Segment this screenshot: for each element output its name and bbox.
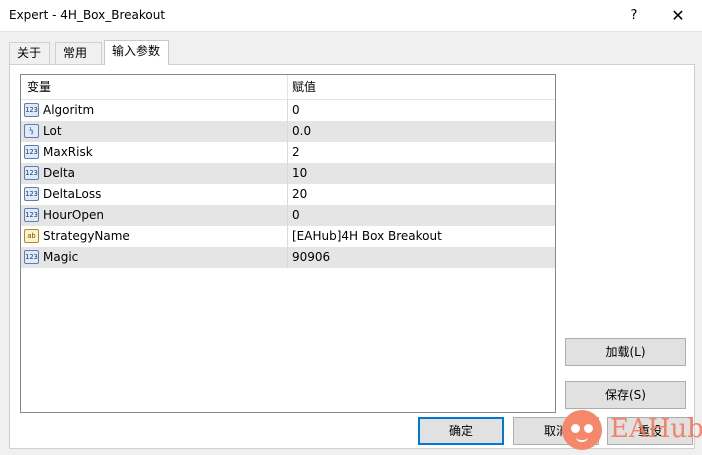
column-header-value[interactable]: 赋值 — [288, 75, 555, 100]
table-row[interactable]: ab StrategyName [EAHub]4H Box Breakout — [21, 226, 555, 247]
param-name: Lot — [43, 124, 62, 138]
param-value[interactable]: 0 — [288, 205, 555, 226]
integer-type-icon: 123 — [24, 145, 39, 159]
param-value[interactable]: 10 — [288, 163, 555, 184]
table-row[interactable]: 123 Algoritm 0 — [21, 100, 555, 121]
param-value[interactable]: 2 — [288, 142, 555, 163]
table-row[interactable]: 123 MaxRisk 2 — [21, 142, 555, 163]
param-name: HourOpen — [43, 208, 104, 222]
column-header-variable[interactable]: 变量 — [21, 75, 288, 100]
param-name-cell: 123 Delta — [21, 163, 288, 184]
eahub-logo-icon — [562, 410, 602, 450]
tab-about[interactable]: 关于 — [9, 42, 50, 64]
double-type-icon: ½ — [24, 124, 39, 138]
table-row[interactable]: 123 DeltaLoss 20 — [21, 184, 555, 205]
param-value[interactable]: 0.0 — [288, 121, 555, 142]
save-button[interactable]: 保存(S) — [565, 381, 686, 409]
string-type-icon: ab — [24, 229, 39, 243]
watermark-text: EAHub — [610, 414, 702, 444]
table-row[interactable]: ½ Lot 0.0 — [21, 121, 555, 142]
param-name-cell: 123 Algoritm — [21, 100, 288, 121]
param-value[interactable]: 0 — [288, 100, 555, 121]
integer-type-icon: 123 — [24, 250, 39, 264]
grid-header: 变量 赋值 — [21, 75, 555, 100]
param-name: Delta — [43, 166, 76, 180]
tab-common[interactable]: 常用 — [55, 42, 102, 64]
param-value[interactable]: [EAHub]4H Box Breakout — [288, 226, 555, 247]
param-value[interactable]: 90906 — [288, 247, 555, 268]
load-button[interactable]: 加载(L) — [565, 338, 686, 366]
ok-button[interactable]: 确定 — [418, 417, 504, 445]
param-name-cell: 123 DeltaLoss — [21, 184, 288, 205]
window-title: Expert - 4H_Box_Breakout — [9, 8, 166, 22]
param-name: MaxRisk — [43, 145, 93, 159]
param-name: Algoritm — [43, 103, 95, 117]
integer-type-icon: 123 — [24, 166, 39, 180]
param-name: Magic — [43, 250, 79, 264]
title-bar: Expert - 4H_Box_Breakout ? ✕ — [0, 0, 702, 32]
param-name-cell: 123 Magic — [21, 247, 288, 268]
table-row[interactable]: 123 Magic 90906 — [21, 247, 555, 268]
param-value[interactable]: 20 — [288, 184, 555, 205]
eahub-watermark: EAHub — [560, 406, 702, 452]
param-name-cell: 123 MaxRisk — [21, 142, 288, 163]
integer-type-icon: 123 — [24, 187, 39, 201]
table-row[interactable]: 123 Delta 10 — [21, 163, 555, 184]
help-button[interactable]: ? — [622, 5, 646, 27]
param-name: StrategyName — [43, 229, 130, 243]
close-icon[interactable]: ✕ — [666, 5, 690, 27]
table-row[interactable]: 123 HourOpen 0 — [21, 205, 555, 226]
integer-type-icon: 123 — [24, 208, 39, 222]
inputs-grid: 变量 赋值 123 Algoritm 0 ½ Lot 0.0 123 MaxRi… — [20, 74, 556, 413]
param-name-cell: ½ Lot — [21, 121, 288, 142]
tab-strip: 关于 常用 输入参数 — [0, 32, 702, 65]
param-name-cell: 123 HourOpen — [21, 205, 288, 226]
param-name-cell: ab StrategyName — [21, 226, 288, 247]
param-name: DeltaLoss — [43, 187, 102, 201]
integer-type-icon: 123 — [24, 103, 39, 117]
tab-inputs[interactable]: 输入参数 — [104, 40, 169, 65]
